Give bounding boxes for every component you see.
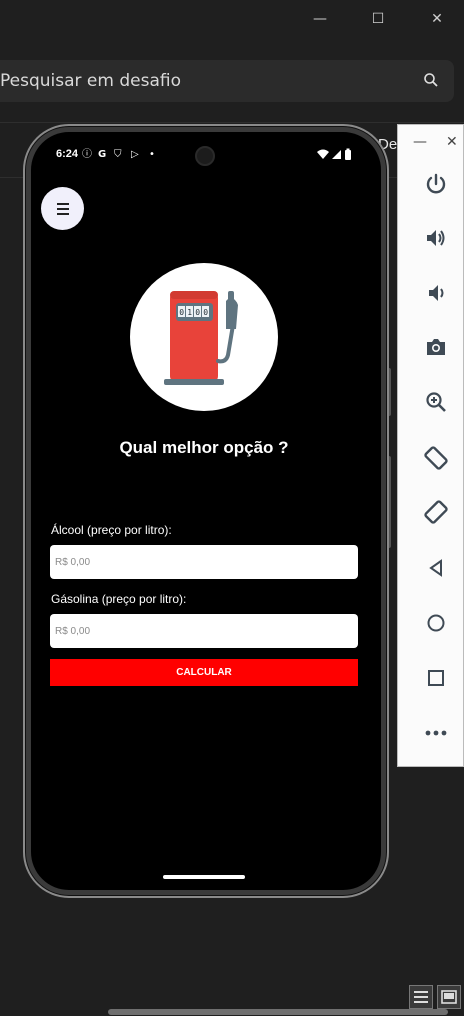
overview-icon	[428, 670, 444, 686]
list-view-button[interactable]	[409, 985, 433, 1009]
camera-icon	[427, 339, 445, 355]
status-time: 6:24	[56, 148, 79, 160]
volume-up-icon	[427, 230, 445, 246]
close-button[interactable]: ✕	[426, 8, 448, 30]
back-icon	[429, 559, 442, 577]
more-button[interactable]	[418, 715, 454, 751]
more-icon	[425, 730, 447, 736]
zoom-icon	[426, 392, 446, 412]
search-input[interactable]: Pesquisar em desafio	[0, 71, 181, 91]
home-button[interactable]	[418, 605, 454, 641]
app-title: Qual melhor opção ?	[119, 438, 289, 457]
wifi-icon	[317, 149, 329, 159]
emulator-minimize-icon[interactable]: —	[413, 134, 427, 150]
gasoline-label: Gásolina (preço por litro):	[51, 592, 187, 606]
overview-button[interactable]	[418, 660, 454, 696]
emulator-close-icon[interactable]: ✕	[446, 134, 458, 150]
panel-view-button[interactable]	[437, 985, 461, 1009]
pump-display-digit: 0	[179, 308, 184, 317]
menu-button[interactable]	[41, 187, 84, 230]
window-titlebar	[0, 0, 464, 38]
shield-icon: ⛉	[114, 149, 122, 160]
list-view-icon	[414, 991, 428, 1003]
zoom-button[interactable]	[418, 384, 454, 420]
power-button[interactable]	[418, 166, 454, 202]
minimize-button[interactable]: —	[309, 8, 331, 30]
alcohol-price-input[interactable]: R$ 0,00	[50, 545, 358, 579]
status-right-icons	[317, 148, 351, 160]
search-icon[interactable]	[423, 72, 439, 88]
gasoline-price-input[interactable]: R$ 0,00	[50, 614, 358, 648]
volume-down-button[interactable]	[418, 275, 454, 311]
gasoline-placeholder: R$ 0,00	[55, 625, 91, 637]
google-icon: G	[98, 149, 107, 160]
alcohol-placeholder: R$ 0,00	[55, 556, 91, 568]
rotate-left-icon	[424, 446, 448, 470]
home-icon	[427, 614, 445, 632]
signal-icon	[332, 150, 341, 159]
hamburger-menu-icon	[56, 202, 69, 205]
info-icon: ⓘ	[82, 149, 92, 160]
rotate-right-button[interactable]	[418, 494, 454, 530]
pump-display-digit: 0	[195, 308, 200, 317]
front-camera	[195, 146, 215, 166]
volume-down-icon	[429, 285, 444, 301]
panel-view-icon	[441, 990, 457, 1004]
battery-icon	[345, 148, 351, 160]
pump-display-digit: 0	[203, 308, 208, 317]
phone-screen	[31, 132, 381, 890]
screenshot-button[interactable]	[418, 329, 454, 365]
fuel-logo: 0 1 0 0	[130, 263, 278, 411]
pump-display-digit: 1	[187, 308, 192, 317]
maximize-icon: ☐	[371, 11, 385, 27]
maximize-button[interactable]: ☐	[367, 8, 389, 30]
close-icon: ✕	[431, 11, 443, 27]
fuel-pump-icon: 0 1 0 0	[164, 291, 238, 385]
gesture-home-bar[interactable]	[163, 875, 245, 879]
alcohol-label: Álcool (preço por litro):	[51, 523, 172, 537]
rotate-left-button[interactable]	[418, 440, 454, 476]
power-icon	[426, 173, 446, 194]
volume-up-button[interactable]	[418, 220, 454, 256]
notification-dot-icon: •	[149, 149, 155, 160]
search-bar[interactable]: Pesquisar em desafio	[0, 60, 454, 102]
minimize-icon: —	[313, 11, 327, 27]
play-store-icon: ▷	[131, 149, 139, 160]
rotate-right-icon	[424, 500, 448, 524]
horizontal-scrollbar[interactable]	[108, 1009, 448, 1015]
back-button[interactable]	[418, 550, 454, 586]
calculate-button[interactable]: CALCULAR	[50, 659, 358, 686]
